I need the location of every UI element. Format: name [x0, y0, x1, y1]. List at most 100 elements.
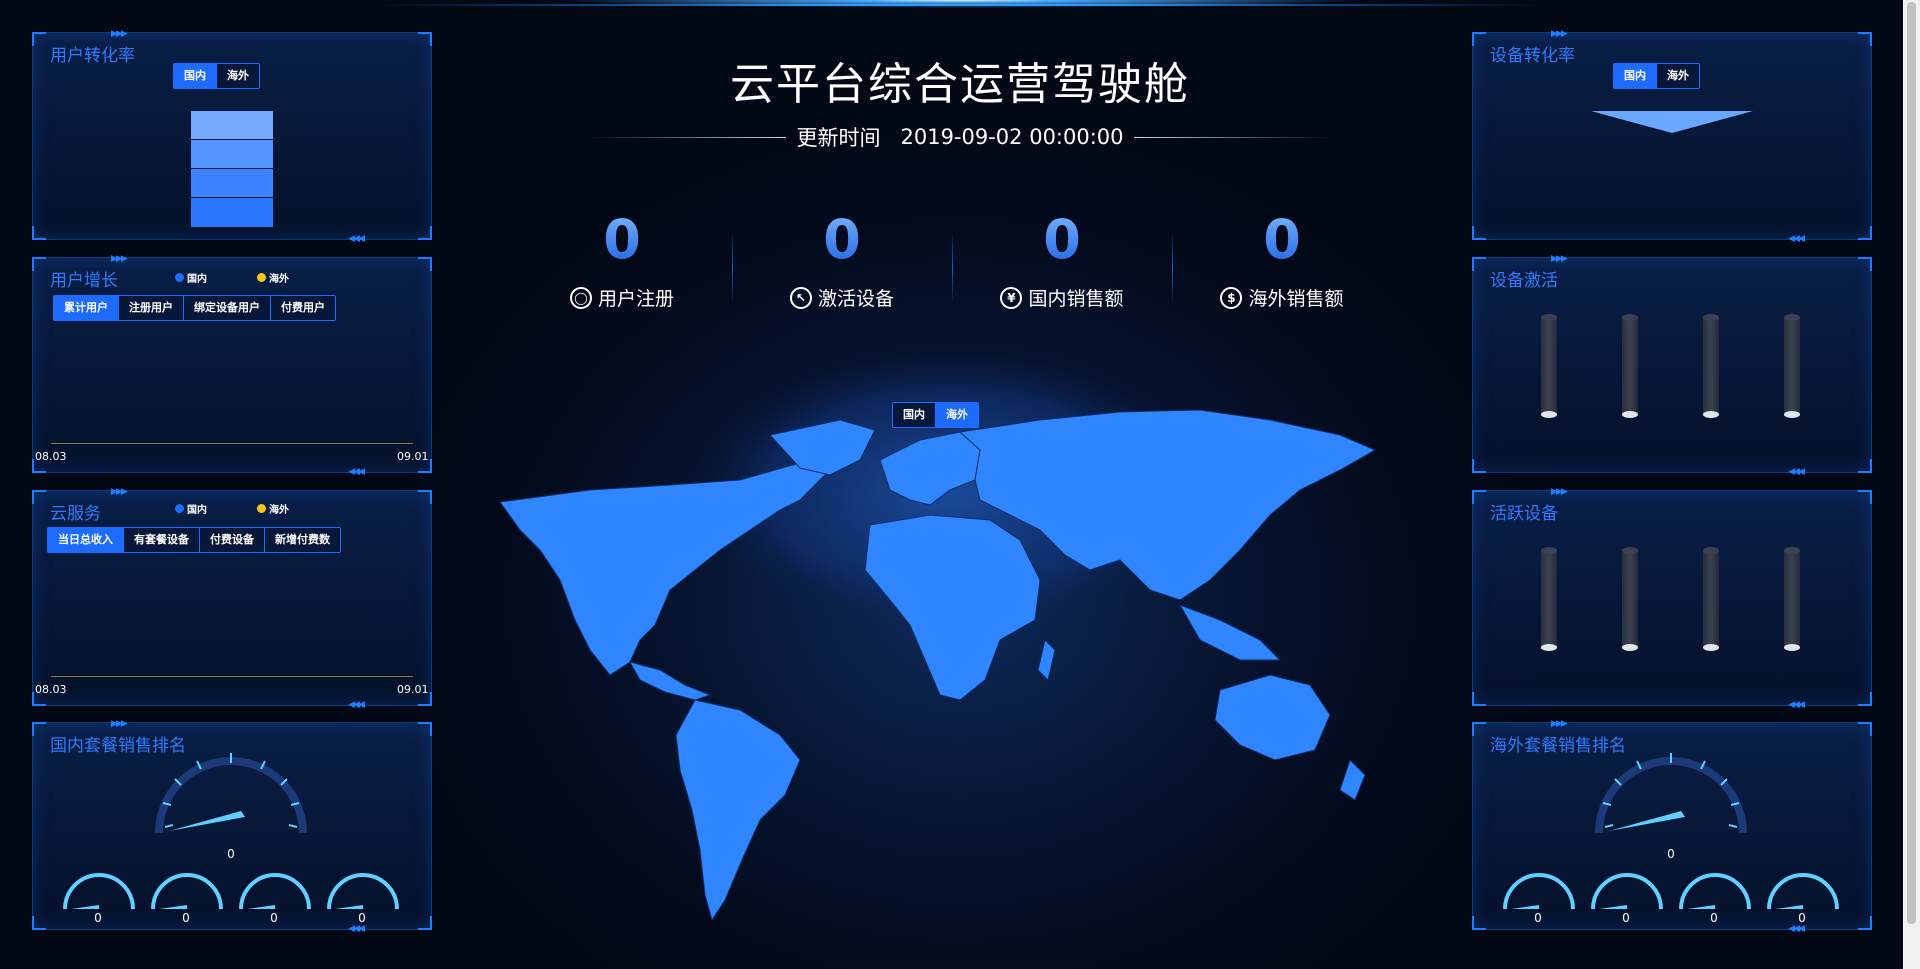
x-axis-start: 08.03 — [35, 683, 67, 696]
small-gauge-needle — [335, 905, 363, 909]
tab-registered-users[interactable]: 注册用户 — [119, 296, 184, 320]
legend-label: 海外 — [269, 505, 289, 516]
gauge-arc — [1595, 757, 1747, 834]
map-tab-overseas[interactable]: 海外 — [936, 403, 978, 427]
legend-label: 国内 — [187, 274, 207, 285]
legend-overseas: 海外 — [257, 270, 289, 285]
cylinder-bar — [1541, 314, 1557, 418]
central-america — [628, 661, 712, 701]
divider-left — [590, 136, 787, 138]
panel-title: 云服务 — [50, 504, 101, 524]
vertical-scrollbar[interactable] — [1903, 0, 1920, 969]
region-toggle[interactable]: 国内 海外 — [173, 63, 260, 89]
funnel-shape — [1591, 111, 1753, 133]
stat-value: 0 — [952, 210, 1172, 270]
main-gauge — [155, 753, 307, 834]
stat-overseas-sales: 0 $ 海外销售额 — [1172, 210, 1392, 311]
top-glow — [560, 0, 1360, 14]
yuan-icon: ¥ — [1000, 286, 1023, 309]
stat-domestic-sales: 0 ¥ 国内销售额 — [952, 210, 1172, 311]
stat-value: 0 — [732, 210, 952, 270]
stat-label: 国内销售额 — [1028, 288, 1124, 310]
update-time-bar: 更新时间 2019-09-02 00:00:00 — [590, 122, 1331, 152]
small-gauges — [63, 873, 399, 910]
small-gauge-value: 0 — [94, 911, 102, 925]
tab-overseas[interactable]: 海外 — [217, 64, 259, 88]
panel-user-growth: ▶▶▶ ◀◀◀ 用户增长 国内 海外 累计用户 注册用户 绑定设备用户 付费用户 … — [32, 254, 432, 477]
legend-domestic: 国内 — [175, 270, 207, 285]
stat-label: 用户注册 — [597, 288, 674, 310]
cylinder-bar — [1703, 314, 1719, 418]
x-axis — [51, 676, 413, 677]
cylinder-bar — [1784, 314, 1800, 418]
panel-user-conversion: ▶▶▶ ◀◀◀ 用户转化率 国内 海外 — [32, 29, 432, 244]
stat-label: 激活设备 — [817, 288, 894, 310]
panel-title: 用户转化率 — [50, 46, 135, 66]
tab-new-paid[interactable]: 新增付费数 — [265, 528, 340, 552]
map-region-toggle[interactable]: 国内 海外 — [892, 402, 979, 428]
tab-overseas[interactable]: 海外 — [1657, 64, 1699, 88]
tab-cumulative-users[interactable]: 累计用户 — [54, 296, 119, 320]
funnel-level-3 — [191, 169, 273, 197]
small-gauge-arc — [1591, 873, 1663, 910]
page-title: 云平台综合运营驾驶舱 — [730, 59, 1190, 110]
small-gauge-value: 0 — [182, 911, 190, 925]
tab-domestic[interactable]: 国内 — [1614, 64, 1657, 88]
panel-active-devices: ▶▶▶ ◀◀◀ 活跃设备 — [1472, 487, 1872, 710]
main-gauge — [1595, 753, 1747, 834]
south-america — [675, 699, 801, 922]
cylinder-bar — [1784, 547, 1800, 651]
metric-tabs[interactable]: 当日总收入 有套餐设备 付费设备 新增付费数 — [47, 527, 341, 553]
stat-value: 0 — [512, 210, 732, 270]
small-gauge-needle — [247, 905, 275, 909]
stat-device-activation: 0 ↖ 激活设备 — [732, 210, 952, 311]
small-gauge-value: 0 — [1710, 911, 1718, 925]
cylinder-bar — [1622, 547, 1638, 651]
divider-right — [1133, 136, 1331, 138]
small-gauge-needle — [1687, 905, 1715, 909]
small-gauge-value: 0 — [1622, 911, 1630, 925]
device-funnel-chart — [1591, 111, 1753, 133]
legend-dot — [175, 504, 184, 513]
tab-paid-users[interactable]: 付费用户 — [271, 296, 335, 320]
tab-paid-devices[interactable]: 付费设备 — [200, 528, 265, 552]
panel-domestic-ranking: ▶▶▶ ◀◀◀ 国内套餐销售排名 0 0 0 0 0 — [32, 719, 432, 934]
cylinder-bar — [1703, 547, 1719, 651]
new-zealand — [1339, 759, 1366, 801]
gauge-needle — [1609, 811, 1685, 831]
region-toggle[interactable]: 国内 海外 — [1613, 63, 1700, 89]
scrollbar-thumb[interactable] — [1907, 2, 1916, 924]
main-gauge-value: 0 — [1667, 847, 1675, 861]
small-gauge-arc — [327, 873, 399, 910]
small-gauges — [1503, 873, 1839, 910]
southeast-asia — [1178, 604, 1282, 661]
world-map — [499, 350, 1377, 922]
tab-daily-revenue[interactable]: 当日总收入 — [48, 528, 124, 552]
panel-title: 设备转化率 — [1490, 46, 1575, 66]
small-gauge-value: 0 — [358, 911, 366, 925]
stat-label: 海外销售额 — [1248, 288, 1344, 310]
gauge-tick — [288, 824, 298, 828]
map-tab-domestic[interactable]: 国内 — [893, 403, 936, 427]
small-gauge-arc — [151, 873, 223, 910]
tab-bound-device-users[interactable]: 绑定设备用户 — [184, 296, 271, 320]
tab-devices-with-plan[interactable]: 有套餐设备 — [124, 528, 200, 552]
cursor-icon: ↖ — [789, 286, 812, 309]
small-gauge-value: 0 — [270, 911, 278, 925]
metric-tabs[interactable]: 累计用户 注册用户 绑定设备用户 付费用户 — [53, 295, 336, 321]
legend-dot — [257, 273, 266, 282]
small-gauge-arc — [239, 873, 311, 910]
funnel-level-2 — [191, 140, 273, 168]
gauge-tick — [1604, 824, 1614, 828]
main-gauge-value: 0 — [227, 847, 235, 861]
gauge-tick — [1728, 824, 1738, 828]
small-gauge-arc — [63, 873, 135, 910]
x-axis — [51, 443, 413, 444]
legend-label: 海外 — [269, 274, 289, 285]
small-gauge-needle — [159, 905, 187, 909]
legend-dot — [257, 504, 266, 513]
update-label: 更新时间 — [796, 126, 881, 150]
legend-overseas: 海外 — [257, 501, 289, 516]
tab-domestic[interactable]: 国内 — [174, 64, 217, 88]
gauge-tick — [164, 824, 174, 828]
